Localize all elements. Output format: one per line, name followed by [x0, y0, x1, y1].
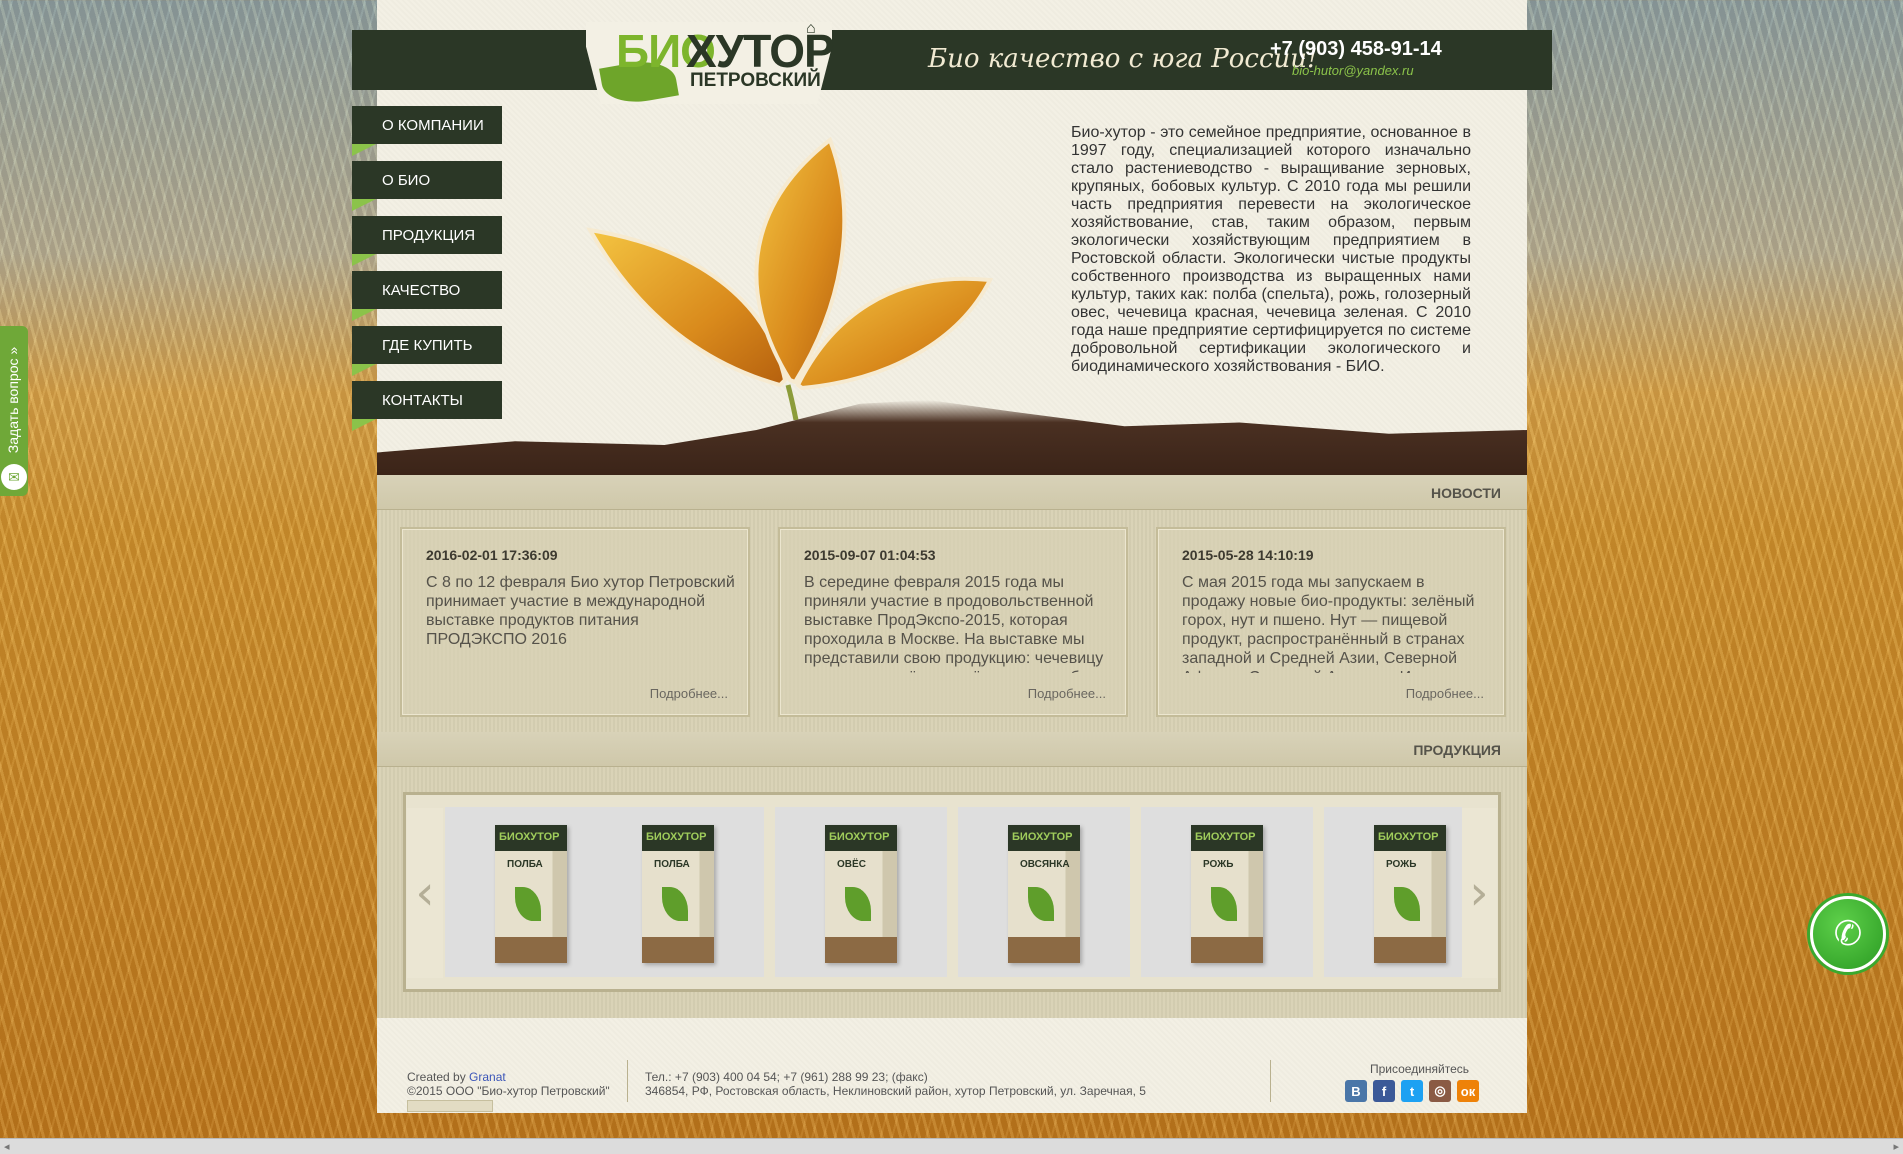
product-package-image: БИОХУТОР ОВЁС — [825, 825, 897, 963]
nav-item-label: КОНТАКТЫ — [382, 391, 463, 409]
product-package-image: БИОХУТОР ПОЛБА — [495, 825, 567, 963]
news-date: 2015-09-07 01:04:53 — [804, 547, 936, 563]
leaf-icon — [1028, 887, 1054, 921]
products-section-header: ПРОДУКЦИЯ — [377, 732, 1527, 767]
nav-item-products[interactable]: ПРОДУКЦИЯ — [352, 216, 502, 266]
carousel-prev-arrow[interactable]: ‹ — [407, 808, 443, 978]
twitter-icon[interactable]: t — [1401, 1080, 1423, 1102]
leaf-icon — [515, 887, 541, 921]
granat-link[interactable]: Granat — [469, 1070, 506, 1084]
nav-item-label: О БИО — [382, 171, 431, 189]
leaf-icon — [1211, 887, 1237, 921]
product-item[interactable]: БИОХУТОР ОВСЯНКА — [958, 807, 1130, 977]
footer-address: 346854, РФ, Ростовская область, Неклинов… — [645, 1084, 1146, 1098]
join-label: Присоединяйтесь — [1370, 1062, 1470, 1076]
vk-icon[interactable]: В — [1345, 1080, 1367, 1102]
news-card: 2015-09-07 01:04:53 В середине февраля 2… — [778, 527, 1128, 717]
nav-item-label: КАЧЕСТВО — [382, 281, 461, 299]
nav-item-label: ГДЕ КУПИТЬ — [382, 336, 473, 354]
footer-divider — [1270, 1060, 1271, 1102]
nav-item-about-bio[interactable]: О БИО — [352, 161, 502, 211]
instagram-icon[interactable]: ◎ — [1429, 1080, 1451, 1102]
ask-question-label: Задать вопрос » — [5, 346, 21, 454]
product-package-image: БИОХУТОР ОВСЯНКА — [1008, 825, 1080, 963]
main-navigation: О КОМПАНИИ О БИО ПРОДУКЦИЯ КАЧЕСТВО ГДЕ … — [352, 106, 502, 436]
carousel-next-arrow[interactable]: › — [1461, 808, 1497, 978]
products-section-title: ПРОДУКЦИЯ — [1413, 742, 1501, 758]
nav-item-label: ПРОДУКЦИЯ — [382, 226, 476, 244]
footer-divider — [627, 1060, 628, 1102]
product-item[interactable]: БИОХУТОР РОЖЬ — [1324, 807, 1462, 977]
wheat-leaves-illustration — [586, 136, 994, 420]
news-text: В середине февраля 2015 года мы приняли … — [804, 574, 1104, 673]
news-text: С мая 2015 года мы запускаем в продажу н… — [1182, 574, 1475, 673]
site-logo[interactable]: БИО ХУТОР ПЕТРОВСКИЙ ⌂ — [599, 20, 835, 109]
scroll-left-arrow[interactable]: ◂ — [4, 1140, 10, 1153]
news-section-title: НОВОСТИ — [1430, 485, 1501, 501]
nav-item-quality[interactable]: КАЧЕСТВО — [352, 271, 502, 321]
nav-item-label: О КОМПАНИИ — [382, 116, 484, 134]
product-package-image: БИОХУТОР ПОЛБА — [642, 825, 714, 963]
company-intro-text: Био-хутор - это семейное предприятие, ос… — [1071, 124, 1471, 375]
product-name: РОЖЬ — [1203, 859, 1234, 870]
horizontal-scrollbar[interactable]: ◂ ▸ — [0, 1138, 1903, 1154]
leaf-icon — [1394, 887, 1420, 921]
footer-credits: Created by Granat — [407, 1070, 506, 1084]
product-name: ОВЁС — [837, 859, 866, 870]
news-date: 2016-02-01 17:36:09 — [426, 547, 558, 563]
leaf-icon — [845, 887, 871, 921]
product-brand: БИОХУТОР — [1378, 831, 1439, 843]
news-date: 2015-05-28 14:10:19 — [1182, 547, 1314, 563]
product-brand: БИОХУТОР — [829, 831, 890, 843]
news-more-link[interactable]: Подробнее... — [1028, 686, 1106, 701]
news-card: 2016-02-01 17:36:09 С 8 по 12 февраля Би… — [400, 527, 750, 717]
logo-petrovsky-text: ПЕТРОВСКИЙ — [690, 70, 821, 91]
product-item[interactable]: БИОХУТОР ПОЛБА — [592, 807, 764, 977]
product-brand: БИОХУТОР — [499, 831, 560, 843]
product-name: ПОЛБА — [654, 859, 690, 870]
product-package-image: БИОХУТОР РОЖЬ — [1374, 825, 1446, 963]
ask-question-tab[interactable]: Задать вопрос » ✉ — [0, 326, 28, 496]
news-more-link[interactable]: Подробнее... — [650, 686, 728, 701]
product-brand: БИОХУТОР — [1012, 831, 1073, 843]
product-brand: БИОХУТОР — [646, 831, 707, 843]
news-section-header: НОВОСТИ — [377, 475, 1527, 510]
home-icon[interactable]: ⌂ — [806, 20, 816, 38]
news-text: С 8 по 12 февраля Био хутор Петровский п… — [426, 574, 735, 648]
product-item[interactable]: БИОХУТОР РОЖЬ — [1141, 807, 1313, 977]
leaf-icon — [662, 887, 688, 921]
product-package-image: БИОХУТОР РОЖЬ — [1191, 825, 1263, 963]
footer: Created by Granat ©2015 ООО "Био-хутор П… — [377, 1040, 1527, 1113]
slogan: Био качество с юга России! — [928, 44, 1318, 74]
mail-icon: ✉ — [1, 464, 27, 490]
social-links: В f t ◎ ок — [1345, 1080, 1479, 1102]
facebook-icon[interactable]: f — [1373, 1080, 1395, 1102]
nav-item-contacts[interactable]: КОНТАКТЫ — [352, 381, 502, 431]
callback-phone-button[interactable]: ✆ — [1810, 896, 1886, 972]
product-name: ПОЛБА — [507, 859, 543, 870]
nav-item-where-to-buy[interactable]: ГДЕ КУПИТЬ — [352, 326, 502, 376]
product-item[interactable]: БИОХУТОР ОВЁС — [775, 807, 947, 977]
nav-item-about-company[interactable]: О КОМПАНИИ — [352, 106, 502, 156]
created-by-label: Created by — [407, 1070, 466, 1084]
footer-phones: Тел.: +7 (903) 400 04 54; +7 (961) 288 9… — [645, 1070, 928, 1084]
product-name: РОЖЬ — [1386, 859, 1417, 870]
product-name: ОВСЯНКА — [1020, 859, 1070, 870]
header-email[interactable]: bio-hutor@yandex.ru — [1292, 63, 1414, 78]
copyright: ©2015 ООО "Био-хутор Петровский" — [407, 1084, 610, 1098]
product-brand: БИОХУТОР — [1195, 831, 1256, 843]
scroll-right-arrow[interactable]: ▸ — [1893, 1140, 1899, 1153]
counter-badge[interactable] — [407, 1100, 493, 1112]
news-more-link[interactable]: Подробнее... — [1406, 686, 1484, 701]
news-card: 2015-05-28 14:10:19 С мая 2015 года мы з… — [1156, 527, 1506, 717]
header-phone[interactable]: +7 (903) 458-91-14 — [1270, 38, 1442, 61]
odnoklassniki-icon[interactable]: ок — [1457, 1080, 1479, 1102]
